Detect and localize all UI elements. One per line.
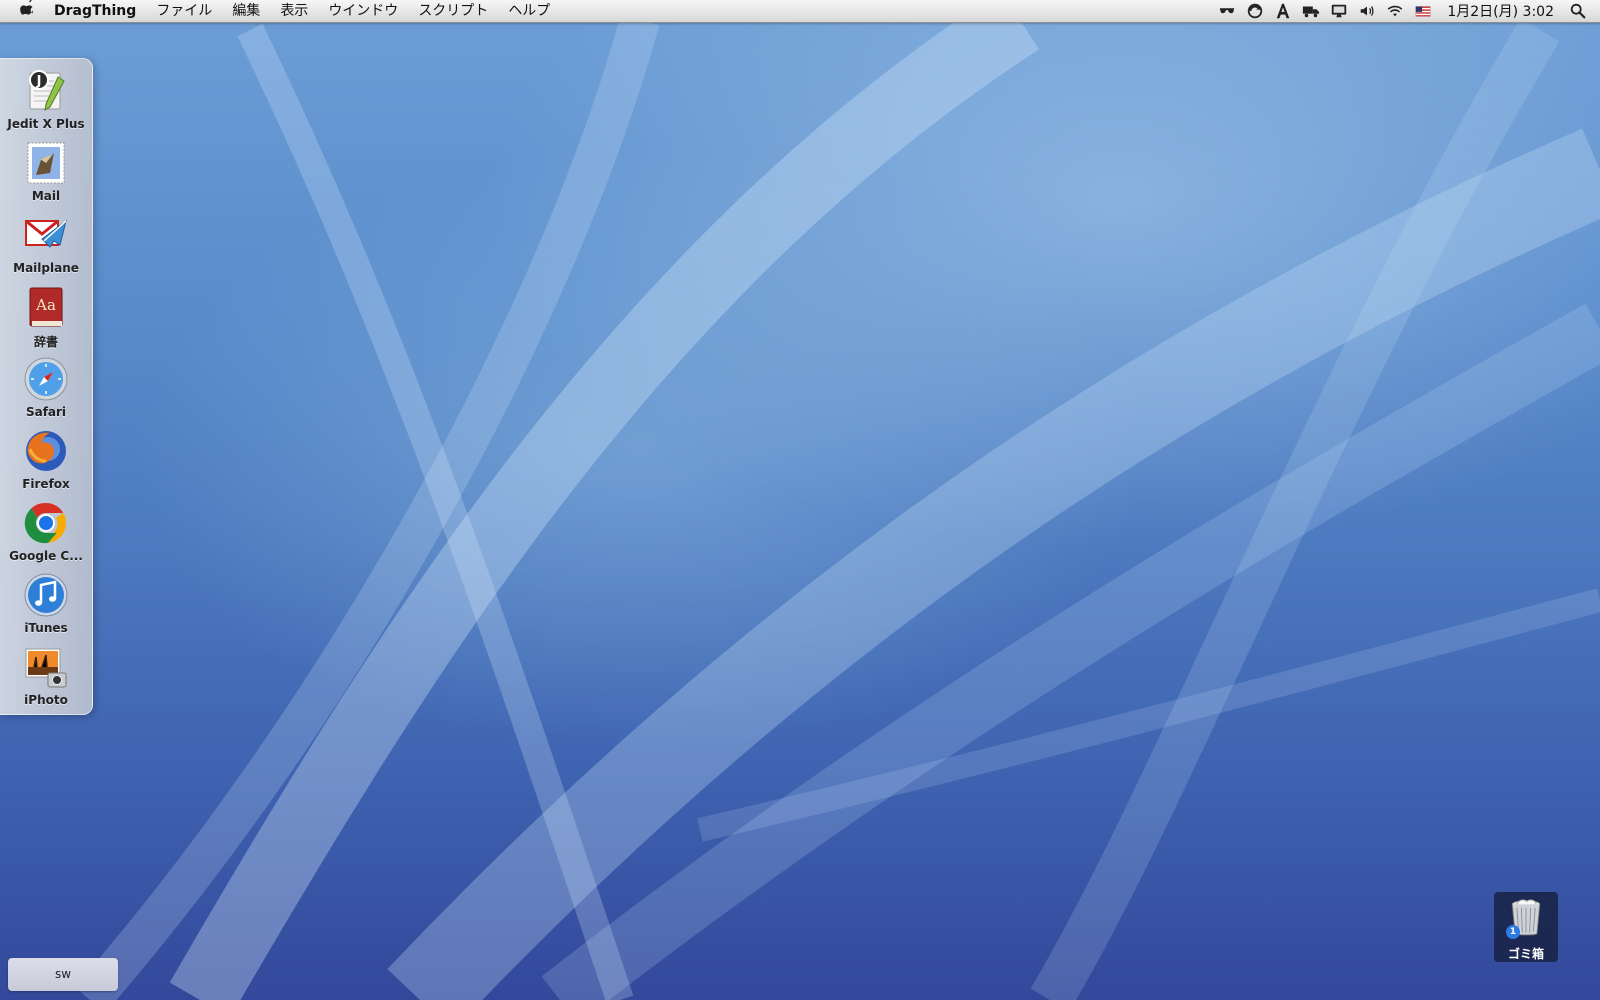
safari-icon [22,355,70,403]
dock-item-itunes[interactable]: iTunes [0,567,92,639]
dock-item-mail[interactable]: Mail [0,135,92,207]
dragthing-dock: J Jedit X Plus Mail Mailplane Aa 辞書 Safa… [0,58,93,715]
desktop-wallpaper [74,0,1600,1000]
apple-menu-icon[interactable] [0,0,54,23]
font-icon[interactable] [1273,1,1293,21]
spotlight-icon[interactable] [1568,1,1588,21]
menu-file[interactable]: ファイル [146,0,222,22]
mailplane-icon [22,211,70,259]
menubar-clock[interactable]: 1月2日(月) 3:02 [1441,1,1560,21]
wifi-icon[interactable] [1385,1,1405,21]
dock-label: iPhoto [24,693,68,707]
chrome-icon [22,499,70,547]
dock-label: Firefox [22,477,70,491]
dock-label: Jedit X Plus [7,117,85,131]
menu-window[interactable]: ウインドウ [318,0,408,22]
menu-script[interactable]: スクリプト [408,0,498,22]
menu-bar: DragThing ファイル 編集 表示 ウインドウ スクリプト ヘルプ 1月2… [0,0,1600,23]
display-icon[interactable] [1329,1,1349,21]
iphoto-icon [22,643,70,691]
firefox-icon [22,427,70,475]
mail-icon [22,139,70,187]
sw-button[interactable]: sw [8,958,118,991]
dock-label: iTunes [24,621,68,635]
jedit-icon: J [22,67,70,115]
dock-label: Google C... [9,549,83,563]
dock-item-safari[interactable]: Safari [0,351,92,423]
menu-edit[interactable]: 編集 [222,0,270,22]
dock-label: Safari [25,405,67,419]
itunes-icon [22,571,70,619]
dock-label: 辞書 [33,335,58,349]
dock-item-firefox[interactable]: Firefox [0,423,92,495]
app-menu-dragthing[interactable]: DragThing [54,0,146,22]
menu-view[interactable]: 表示 [270,0,318,22]
svg-text:Aa: Aa [35,296,56,314]
dock-label: Mailplane [13,261,79,275]
dock-item-dictionary[interactable]: Aa 辞書 [0,279,92,351]
dock-item-iphoto[interactable]: iPhoto [0,639,92,711]
sunglasses-icon[interactable] [1217,1,1237,21]
us-flag-icon[interactable] [1413,1,1433,21]
menu-help[interactable]: ヘルプ [498,0,560,22]
dock-item-chrome[interactable]: Google C... [0,495,92,567]
trash-badge: 1 [1506,925,1520,939]
dock-label: Mail [31,189,61,203]
truck-icon[interactable] [1301,1,1321,21]
sync-icon[interactable] [1245,1,1265,21]
trash-label: ゴミ箱 [1507,947,1544,961]
dock-item-jedit[interactable]: J Jedit X Plus [0,63,92,135]
dictionary-icon: Aa [22,283,70,331]
trash[interactable]: 1 ゴミ箱 [1494,892,1558,962]
dock-item-mailplane[interactable]: Mailplane [0,207,92,279]
volume-icon[interactable] [1357,1,1377,21]
svg-text:J: J [36,74,42,89]
